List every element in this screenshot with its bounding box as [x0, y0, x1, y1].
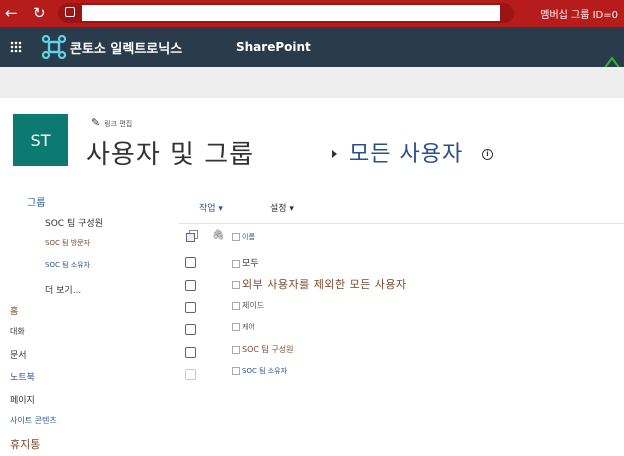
edit-links-button[interactable]: ✎ 링크 편집: [91, 116, 132, 129]
info-icon[interactable]: i: [482, 149, 493, 160]
nav-item-site-contents[interactable]: 사이트 콘텐츠: [10, 415, 57, 426]
attachment-icon: 🖇: [212, 230, 225, 241]
list-item[interactable]: 외부 사용자를 제외한 모든 사용자: [232, 276, 407, 292]
page-annotation-text: 멤버십 그룹 ID=0: [540, 10, 618, 21]
nav-item-soc-members[interactable]: SOC 팀 구성원: [45, 216, 103, 229]
lock-icon: [65, 7, 75, 17]
row-select-checkbox[interactable]: [185, 280, 196, 291]
row-select-checkbox[interactable]: [185, 347, 196, 358]
row-select-checkbox[interactable]: [185, 302, 196, 313]
row-select-checkbox[interactable]: [185, 324, 196, 335]
row-checkbox[interactable]: [232, 345, 240, 354]
command-band: [0, 67, 624, 98]
list-item[interactable]: SOC 팀 구성원: [232, 344, 294, 355]
toolbar-divider: [179, 223, 624, 224]
browser-toolbar: ← ↻ 멤버십 그룹 ID=0: [0, 0, 624, 27]
list-item[interactable]: SOC 팀 소유자: [232, 366, 287, 376]
suite-bar: 콘토소 일렉트로닉스 SharePoint: [0, 27, 624, 89]
select-all-icon[interactable]: [186, 230, 198, 242]
nav-item-home[interactable]: 홈: [10, 304, 18, 317]
row-checkbox[interactable]: [232, 259, 240, 268]
breadcrumb-arrow-icon: [332, 150, 337, 158]
row-select-checkbox[interactable]: [185, 369, 196, 380]
url-redacted: [82, 5, 500, 21]
brand-name[interactable]: 콘토소 일렉트로닉스: [70, 38, 182, 57]
page-subtitle: 모든 사용자: [349, 142, 464, 167]
row-checkbox[interactable]: [232, 367, 240, 375]
nav-item-pages[interactable]: 페이지: [10, 393, 35, 406]
nav-item-recycle-bin[interactable]: 휴지통: [10, 436, 40, 452]
nav-groups-heading[interactable]: 그룹: [27, 194, 45, 209]
row-select-checkbox[interactable]: [185, 257, 196, 268]
nav-item-more[interactable]: 더 보기...: [45, 283, 81, 296]
nav-item-conversations[interactable]: 대화: [10, 326, 25, 337]
back-arrow-icon[interactable]: ←: [5, 4, 18, 22]
nav-item-documents[interactable]: 문서: [10, 348, 27, 361]
page-title: 사용자 및 그룹: [86, 140, 255, 170]
column-header-name[interactable]: 이름: [232, 232, 255, 242]
list-item[interactable]: 제이드: [232, 300, 264, 311]
reload-icon[interactable]: ↻: [33, 4, 46, 22]
nav-item-notebook[interactable]: 노트북: [10, 370, 35, 383]
actions-menu[interactable]: 작업 ▾: [199, 201, 223, 214]
row-checkbox[interactable]: [232, 323, 240, 331]
site-logo-tile[interactable]: ST: [13, 114, 68, 166]
pencil-icon: ✎: [91, 116, 101, 129]
app-launcher-icon[interactable]: [10, 41, 22, 53]
address-bar[interactable]: [58, 3, 514, 23]
contoso-logo-icon: [42, 35, 66, 59]
row-checkbox[interactable]: [232, 281, 240, 289]
list-item[interactable]: 모두: [232, 256, 259, 269]
header-checkbox[interactable]: [232, 233, 240, 241]
settings-menu[interactable]: 설정 ▾: [270, 201, 294, 214]
app-name[interactable]: SharePoint: [236, 40, 311, 54]
row-checkbox[interactable]: [232, 301, 240, 310]
nav-item-soc-owners[interactable]: SOC 팀 소유자: [45, 260, 90, 270]
nav-item-soc-visitors[interactable]: SOC 팀 방문자: [45, 238, 90, 248]
list-item[interactable]: 케어: [232, 322, 255, 332]
